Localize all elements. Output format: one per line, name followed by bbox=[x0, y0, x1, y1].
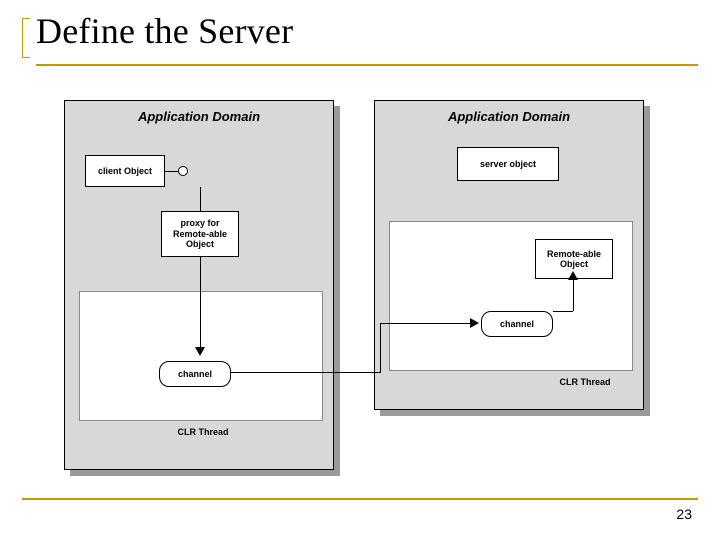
left-channel-label: channel bbox=[178, 369, 212, 379]
slide: Define the Server Application Domain cli… bbox=[0, 0, 720, 540]
left-panel-title: Application Domain bbox=[65, 109, 333, 124]
diagram-area: Application Domain client Object proxy f… bbox=[64, 100, 664, 480]
left-app-domain-panel: Application Domain client Object proxy f… bbox=[64, 100, 334, 470]
arrow-channel-to-remoteable-icon bbox=[568, 271, 578, 280]
title-underline bbox=[36, 64, 698, 66]
footer-rule bbox=[22, 498, 698, 500]
connector-h2 bbox=[380, 323, 472, 324]
line-proxy-to-thread bbox=[200, 257, 201, 291]
left-thread-box bbox=[79, 291, 323, 421]
left-channel-box: channel bbox=[159, 361, 231, 387]
page-number: 23 bbox=[676, 506, 692, 522]
title-accent bbox=[22, 18, 30, 58]
server-object-label: server object bbox=[480, 159, 536, 169]
client-object-box: client Object bbox=[85, 155, 165, 187]
line-client-to-proxy bbox=[200, 187, 201, 211]
left-thread-label: CLR Thread bbox=[163, 427, 243, 437]
server-object-box: server object bbox=[457, 147, 559, 181]
right-panel-title: Application Domain bbox=[375, 109, 643, 124]
slide-title: Define the Server bbox=[36, 10, 698, 52]
client-interface-line bbox=[165, 171, 179, 172]
proxy-label: proxy for Remote-able Object bbox=[173, 218, 227, 249]
right-app-domain-panel: Application Domain server object CLR Thr… bbox=[374, 100, 644, 410]
arrow-into-left-channel-icon bbox=[195, 347, 205, 356]
connector-h1 bbox=[230, 372, 380, 373]
line-channel-right-stub bbox=[553, 311, 573, 312]
remoteable-object-label: Remote-able Object bbox=[547, 249, 601, 270]
line-channel-to-remoteable bbox=[573, 279, 574, 311]
right-channel-box: channel bbox=[481, 311, 553, 337]
proxy-box: proxy for Remote-able Object bbox=[161, 211, 239, 257]
right-thread-label: CLR Thread bbox=[545, 377, 625, 387]
title-area: Define the Server bbox=[22, 10, 698, 52]
right-channel-label: channel bbox=[500, 319, 534, 329]
client-interface-icon bbox=[178, 166, 188, 176]
client-object-label: client Object bbox=[98, 166, 152, 176]
line-thread-to-channel-left bbox=[200, 291, 201, 347]
connector-v bbox=[380, 323, 381, 373]
arrow-into-right-channel-icon bbox=[470, 318, 479, 328]
